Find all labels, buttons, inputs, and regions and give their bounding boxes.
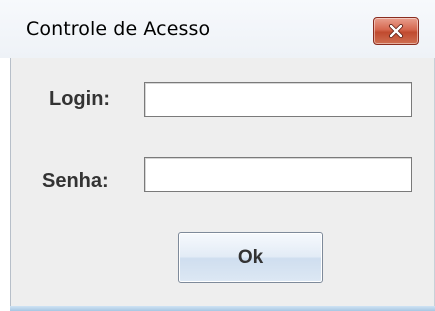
close-icon: [388, 24, 404, 38]
dialog-window: Controle de Acesso Login: Senha: Ok: [0, 0, 435, 311]
senha-field[interactable]: [144, 157, 412, 192]
login-label: Login:: [49, 88, 111, 110]
close-button[interactable]: [373, 17, 419, 45]
window-title: Controle de Acesso: [26, 18, 211, 40]
window-bottom-edge: [10, 306, 435, 311]
senha-label: Senha:: [42, 170, 109, 192]
login-field[interactable]: [144, 82, 412, 117]
title-bar[interactable]: Controle de Acesso: [0, 0, 435, 58]
ok-button-label: Ok: [237, 246, 264, 268]
ok-button[interactable]: Ok: [178, 232, 323, 283]
